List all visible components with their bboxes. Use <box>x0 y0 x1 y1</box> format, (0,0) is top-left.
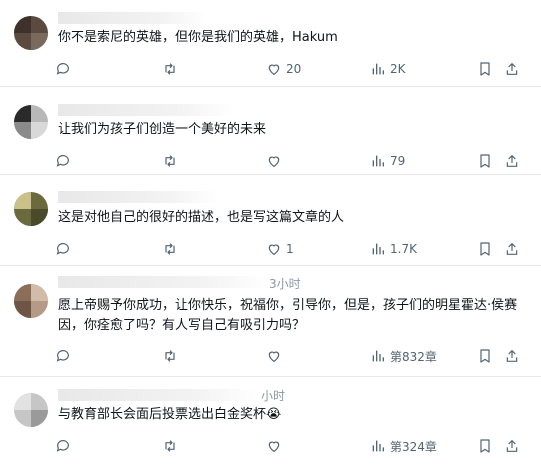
views-button[interactable]: 1.7K <box>370 239 417 259</box>
author-name-blurred[interactable] <box>58 276 268 288</box>
share-icon <box>506 63 518 75</box>
like-button[interactable]: 20 <box>266 59 301 79</box>
views-icon <box>372 243 384 255</box>
bookmark-icon <box>480 62 490 76</box>
views-button[interactable]: 79 <box>370 151 405 171</box>
share-button[interactable] <box>504 346 520 366</box>
reply-text: 让我们为孩子们创造一个美好的未来 <box>58 122 267 137</box>
action-bar: 1 1.7K <box>55 239 531 259</box>
heart-icon <box>268 156 280 167</box>
comment-icon <box>56 440 69 452</box>
views-button[interactable]: 第832章 <box>370 346 437 366</box>
avatar[interactable] <box>14 16 48 50</box>
bookmark-icon <box>480 439 490 453</box>
retweet-button[interactable] <box>162 346 182 366</box>
heart-icon <box>268 244 280 255</box>
retweet-icon <box>165 440 175 452</box>
retweet-icon <box>165 243 175 255</box>
like-count: 20 <box>286 62 302 76</box>
heart-icon <box>268 441 280 452</box>
reply-3[interactable]: 这是对他自己的很好的描述，也是写这篇文章的人 1 1.7K <box>0 175 541 266</box>
views-count: 第832章 <box>390 349 437 364</box>
retweet-button[interactable] <box>162 436 182 456</box>
views-count: 1.7K <box>390 242 417 256</box>
bookmark-button[interactable] <box>477 239 493 259</box>
bookmark-button[interactable] <box>477 436 493 456</box>
views-count: 第324章 <box>390 439 437 454</box>
views-icon <box>372 63 384 75</box>
comment-button[interactable] <box>55 59 75 79</box>
retweet-icon <box>165 350 175 362</box>
share-icon <box>506 350 518 362</box>
author-name-blurred[interactable] <box>58 389 258 401</box>
share-button[interactable] <box>504 151 520 171</box>
like-button[interactable] <box>266 151 286 171</box>
share-button[interactable] <box>504 239 520 259</box>
heart-icon <box>268 351 280 362</box>
avatar[interactable] <box>14 105 48 139</box>
views-count: 2K <box>390 62 406 76</box>
bookmark-icon <box>480 242 490 256</box>
timestamp[interactable]: 3小时 <box>269 275 301 292</box>
avatar[interactable] <box>14 284 48 318</box>
views-icon <box>372 350 384 362</box>
reply-1[interactable]: 你不是索尼的英雄，但你是我们的英雄，Hakum 20 2K <box>0 0 541 87</box>
comment-icon <box>56 350 69 362</box>
reply-2[interactable]: 让我们为孩子们创造一个美好的未来 79 <box>0 87 541 175</box>
comment-button[interactable] <box>55 346 75 366</box>
avatar[interactable] <box>14 393 48 427</box>
comment-button[interactable] <box>55 436 75 456</box>
bookmark-button[interactable] <box>477 59 493 79</box>
reply-text: 与教育部长会面后投票选出白金奖杯😭 <box>58 407 282 422</box>
bookmark-button[interactable] <box>477 346 493 366</box>
views-icon <box>372 440 384 452</box>
bookmark-icon <box>480 154 490 168</box>
action-bar: 79 <box>55 151 531 171</box>
retweet-icon <box>165 63 175 75</box>
views-button[interactable]: 2K <box>370 59 406 79</box>
views-count: 79 <box>390 154 406 168</box>
reply-text: 你不是索尼的英雄，但你是我们的英雄，Hakum <box>58 30 338 45</box>
avatar[interactable] <box>14 192 48 226</box>
retweet-button[interactable] <box>162 151 182 171</box>
retweet-button[interactable] <box>162 59 182 79</box>
share-button[interactable] <box>504 436 520 456</box>
share-button[interactable] <box>504 59 520 79</box>
comment-icon <box>56 243 69 255</box>
like-count: 1 <box>286 242 294 256</box>
action-bar: 第832章 <box>55 346 531 366</box>
comment-button[interactable] <box>55 151 75 171</box>
views-icon <box>372 155 384 167</box>
author-name-blurred[interactable] <box>58 12 208 24</box>
reply-4[interactable]: 3小时 愿上帝赐予你成功，让你快乐，祝福你，引导你，但是，孩子们的明星霍达·侯赛… <box>0 266 541 377</box>
author-name-blurred[interactable] <box>58 104 233 116</box>
reply-text: 愿上帝赐予你成功，让你快乐，祝福你，引导你，但是，孩子们的明星霍达·侯赛因，你痊… <box>58 298 518 333</box>
bookmark-icon <box>480 349 490 363</box>
bookmark-button[interactable] <box>477 151 493 171</box>
heart-icon <box>268 64 280 75</box>
like-button[interactable]: 1 <box>266 239 294 259</box>
share-icon <box>506 440 518 452</box>
views-button[interactable]: 第324章 <box>370 436 437 456</box>
like-button[interactable] <box>266 346 286 366</box>
action-bar: 第324章 <box>55 436 531 456</box>
share-icon <box>506 155 518 167</box>
reply-5[interactable]: 小时 与教育部长会面后投票选出白金奖杯😭 第324章 <box>0 377 541 466</box>
retweet-button[interactable] <box>162 239 182 259</box>
share-icon <box>506 243 518 255</box>
comment-icon <box>56 155 69 167</box>
like-button[interactable] <box>266 436 286 456</box>
timestamp[interactable]: 小时 <box>261 387 285 404</box>
retweet-icon <box>165 155 175 167</box>
comment-button[interactable] <box>55 239 75 259</box>
action-bar: 20 2K <box>55 59 531 79</box>
author-name-blurred[interactable] <box>58 191 218 203</box>
reply-text: 这是对他自己的很好的描述，也是写这篇文章的人 <box>58 210 345 225</box>
comment-icon <box>56 63 69 75</box>
